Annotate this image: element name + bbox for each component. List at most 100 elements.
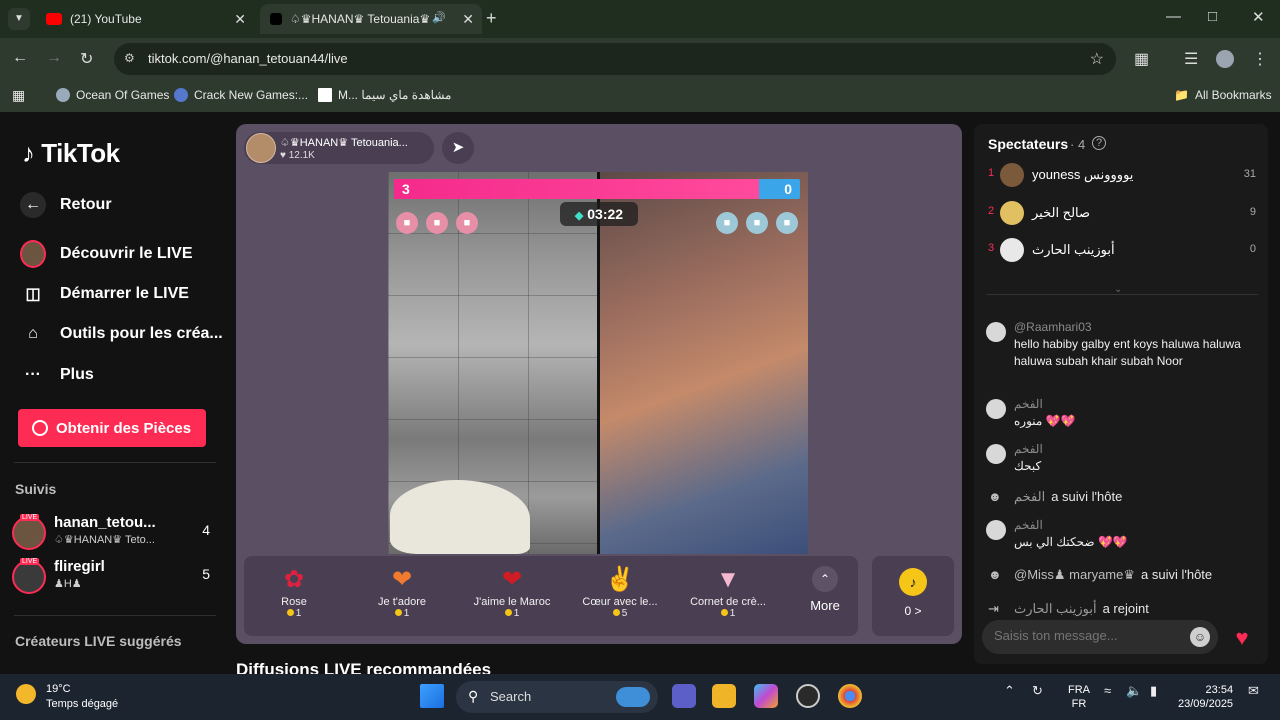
keyboard-layout: FR [1071, 698, 1087, 710]
viewer-name: صالح الخير [1032, 205, 1091, 220]
tiktok-logo[interactable]: ♪ TikTok [22, 138, 120, 169]
close-tab-icon[interactable]: ✕ [462, 11, 474, 28]
avatar [12, 516, 46, 550]
back-icon[interactable]: ← [12, 49, 28, 67]
gift-je-t-adore[interactable]: ❤ Je t'adore 1 [352, 564, 452, 630]
chrome-menu-icon[interactable]: ⋮ [1252, 49, 1268, 69]
notifications-icon[interactable]: ✉ [1248, 683, 1259, 699]
score-right: 0 [784, 181, 792, 197]
volume-icon[interactable]: 🔈 [1126, 683, 1142, 699]
commenter-name[interactable]: الفخم [1014, 442, 1043, 456]
battery-icon[interactable]: ▮ [1150, 683, 1157, 699]
apps-grid-icon[interactable]: ▦ [12, 87, 25, 104]
ice-cream-icon: ▼ [716, 566, 740, 593]
battle-icon: ◆ [574, 210, 584, 222]
nav-creator-tools[interactable]: ⌂ Outils pour les créa... [20, 325, 223, 343]
divider [14, 462, 216, 463]
morocco-heart-icon: ❤ [501, 566, 523, 593]
new-tab-button[interactable]: + [486, 8, 497, 29]
steam-icon[interactable] [796, 684, 820, 708]
account-name: fliregirl [54, 558, 105, 575]
commenter-name[interactable]: @Miss♟ maryame♛ [1014, 567, 1135, 582]
rose-icon: ✿ [283, 566, 305, 593]
gift-cornet-de-creme[interactable]: ▼ Cornet de crè... 1 [678, 564, 778, 630]
nav-more[interactable]: ··· Plus [20, 366, 94, 384]
clock[interactable]: 23:54 23/09/2025 [1178, 683, 1233, 711]
bookmark-ocean-of-games[interactable]: Ocean Of Games [56, 88, 169, 102]
commenter-avatar[interactable] [986, 399, 1006, 419]
host-info[interactable]: ♤♛HANAN♛ Tetouania... ♥ 12.1K [244, 132, 434, 164]
media-control-icon[interactable]: ☰ [1184, 49, 1198, 69]
share-button[interactable]: ➤ [442, 132, 474, 164]
commenter-avatar[interactable] [986, 322, 1006, 342]
sync-icon[interactable]: ↻ [1032, 683, 1043, 699]
tab-youtube[interactable]: (21) YouTube ✕ [36, 4, 254, 34]
message-input[interactable] [994, 628, 1174, 643]
tab-search-button[interactable]: ▼ [8, 8, 30, 30]
get-coins-button[interactable]: Obtenir des Pièces [18, 409, 206, 447]
taskbar-search[interactable]: ⚲ Search [456, 681, 658, 713]
gift-coeur-avec-le[interactable]: ✌ Cœur avec le... 5 [570, 564, 670, 630]
nav-discover-live[interactable]: Découvrir le LIVE [20, 240, 193, 268]
commenter-name[interactable]: الفخم [1014, 518, 1043, 532]
viewer-rank: 3 [988, 242, 995, 254]
wifi-icon[interactable]: ≈ [1104, 683, 1111, 698]
coin-icon [394, 609, 402, 616]
followed-account-fliregirl[interactable]: LIVE fliregirl ♟H♟ 5 [12, 558, 212, 594]
help-icon[interactable]: ? [1092, 136, 1106, 150]
teams-icon[interactable] [672, 684, 696, 708]
gift-j-aime-le-maroc[interactable]: ❤ J'aime le Maroc 1 [462, 564, 562, 630]
commenter-name[interactable]: @Raamhari03 [1014, 320, 1092, 334]
gift-price-value: 1 [729, 608, 736, 619]
nav-start-live[interactable]: ◫ Démarrer le LIVE [20, 284, 189, 304]
recommended-lives-title: Diffusions LIVE recommandées [236, 660, 492, 674]
viewer-score: 0 [1249, 243, 1256, 255]
tray-chevron-up-icon[interactable]: ⌃ [1004, 683, 1015, 699]
follow-user-icon: ☻ [988, 567, 1002, 582]
gift-rose[interactable]: ✿ Rose 1 [244, 564, 344, 630]
commenter-avatar[interactable] [986, 444, 1006, 464]
seat-icon: ■ [396, 212, 418, 234]
site-info-icon[interactable]: ⚙ [124, 51, 135, 65]
more-gifts-button[interactable]: ⌃ More [800, 564, 850, 613]
windows-start-icon[interactable] [420, 684, 444, 708]
tab-tiktok[interactable]: ♤♛HANAN♛ Tetouania♛ 🔊 ✕ [260, 4, 482, 34]
gift-price: 5 [570, 608, 670, 619]
address-bar[interactable]: ⚙ tiktok.com/@hanan_tetouan44/live ☆ [114, 43, 1116, 75]
live-video[interactable]: 3 0 ◆ 03:22 ■ ■ ■ ■ ■ ■ [388, 172, 808, 554]
like-heart-button[interactable]: ♥ [1228, 624, 1256, 652]
all-bookmarks[interactable]: 📁 All Bookmarks [1174, 88, 1272, 102]
extensions-icon[interactable]: ▦ [1134, 49, 1149, 69]
more-dots-icon: ··· [25, 366, 41, 383]
chrome-icon[interactable] [838, 684, 862, 708]
bookmark-star-icon[interactable]: ☆ [1090, 49, 1104, 69]
viewer-row[interactable]: 1 youness يوووونس 31 [986, 162, 1258, 188]
speaker-icon[interactable]: 🔊 [432, 11, 446, 24]
follow-user-icon: ☻ [988, 489, 1002, 504]
forward-icon[interactable]: → [46, 49, 62, 67]
close-window-button[interactable]: ✕ [1252, 8, 1265, 26]
coin-balance-button[interactable]: ♪ 0 > [872, 556, 954, 636]
commenter-name[interactable]: الفخم [1014, 489, 1045, 504]
commenter-avatar[interactable] [986, 520, 1006, 540]
minimize-button[interactable]: — [1166, 8, 1181, 25]
bookmark-crack-new-games[interactable]: Crack New Games:... [174, 88, 308, 102]
close-tab-icon[interactable]: ✕ [234, 11, 246, 28]
likes-count: 12.1K [288, 150, 315, 161]
followed-account-hanan[interactable]: LIVE hanan_tetou... ♤♛HANAN♛ Teto... 4 [12, 514, 212, 550]
maximize-button[interactable]: □ [1208, 8, 1217, 25]
bookmark-my-cima[interactable]: M... مشاهدة ماي سيما [318, 88, 451, 102]
viewer-row[interactable]: 3 أبوزينب الحارث 0 [986, 237, 1258, 263]
viewer-row[interactable]: 2 صالح الخير 9 [986, 200, 1258, 226]
reload-icon[interactable]: ↻ [80, 49, 93, 69]
emoji-icon[interactable]: ☺ [1190, 627, 1210, 647]
profile-avatar[interactable] [1216, 50, 1234, 68]
commenter-name[interactable]: الفخم [1014, 397, 1043, 411]
file-explorer-icon[interactable] [712, 684, 736, 708]
commenter-name[interactable]: أبوزينب الحارث [1014, 601, 1097, 616]
nav-back[interactable]: ← Retour [20, 192, 112, 218]
copilot-icon[interactable] [754, 684, 778, 708]
chat-follow-event: ☻ @Miss♟ maryame♛ a suivi l'hôte [986, 565, 1262, 587]
all-bookmarks-label: All Bookmarks [1194, 88, 1272, 102]
input-language[interactable]: FRA FR [1068, 683, 1090, 711]
